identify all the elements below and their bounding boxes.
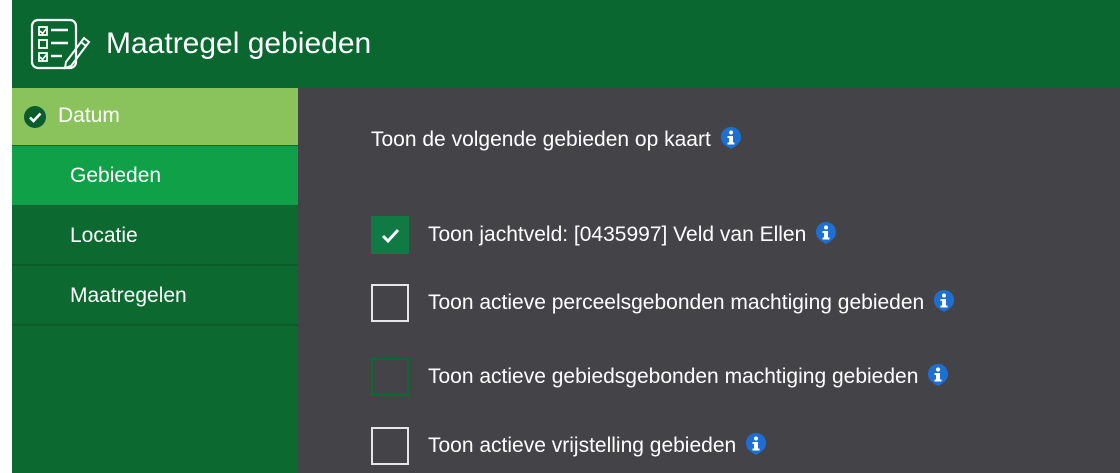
info-icon[interactable]	[719, 126, 743, 150]
perceelsgebonden-checkbox[interactable]	[371, 284, 409, 322]
option-label: Toon actieve vrijstelling gebieden	[428, 432, 768, 458]
section-heading: Toon de volgende gebieden op kaart	[371, 126, 743, 152]
sidebar-nav: Datum Gebieden Locatie Maatregelen	[0, 88, 310, 473]
info-icon[interactable]	[926, 363, 950, 387]
sidebar-item-maatregelen[interactable]: Maatregelen	[12, 267, 298, 326]
header-bar: Maatregel gebieden	[0, 0, 1120, 88]
sidebar-item-locatie[interactable]: Locatie	[12, 207, 298, 266]
checkmark-icon	[381, 228, 400, 244]
gebiedsgebonden-checkbox[interactable]	[371, 358, 409, 396]
check-circle-icon	[24, 106, 46, 128]
option-label-text: Toon actieve perceelsgebonden machtiging…	[428, 291, 925, 314]
info-icon[interactable]	[744, 432, 768, 456]
sidebar-item-gebieden[interactable]: Gebieden	[12, 146, 310, 205]
info-icon[interactable]	[814, 221, 838, 245]
main-content: Toon de volgende gebieden op kaart Toon …	[298, 88, 1120, 473]
option-label-text: Toon actieve gebiedsgebonden machtiging …	[428, 365, 919, 388]
info-icon[interactable]	[932, 289, 956, 313]
section-heading-text: Toon de volgende gebieden op kaart	[371, 128, 711, 151]
sidebar-item-datum[interactable]: Datum	[12, 88, 298, 145]
vrijstelling-checkbox[interactable]	[371, 427, 409, 465]
sidebar-item-label: Gebieden	[70, 164, 162, 187]
page-title: Maatregel gebieden	[106, 27, 372, 60]
jachtveld-checkbox[interactable]	[371, 216, 409, 254]
option-label: Toon actieve perceelsgebonden machtiging…	[428, 289, 956, 315]
option-label-text: Toon jachtveld: [0435997] Veld van Ellen	[428, 223, 807, 246]
sidebar-item-label: Maatregelen	[70, 284, 187, 307]
option-label: Toon jachtveld: [0435997] Veld van Ellen	[428, 221, 838, 247]
app-window: Maatregel gebieden Datum Gebieden Locati…	[0, 0, 1120, 473]
checklist-edit-icon	[30, 18, 91, 70]
option-label-text: Toon actieve vrijstelling gebieden	[428, 434, 737, 457]
sidebar-item-label: Locatie	[70, 224, 138, 247]
sidebar-item-label: Datum	[58, 104, 120, 127]
option-label: Toon actieve gebiedsgebonden machtiging …	[428, 363, 950, 389]
